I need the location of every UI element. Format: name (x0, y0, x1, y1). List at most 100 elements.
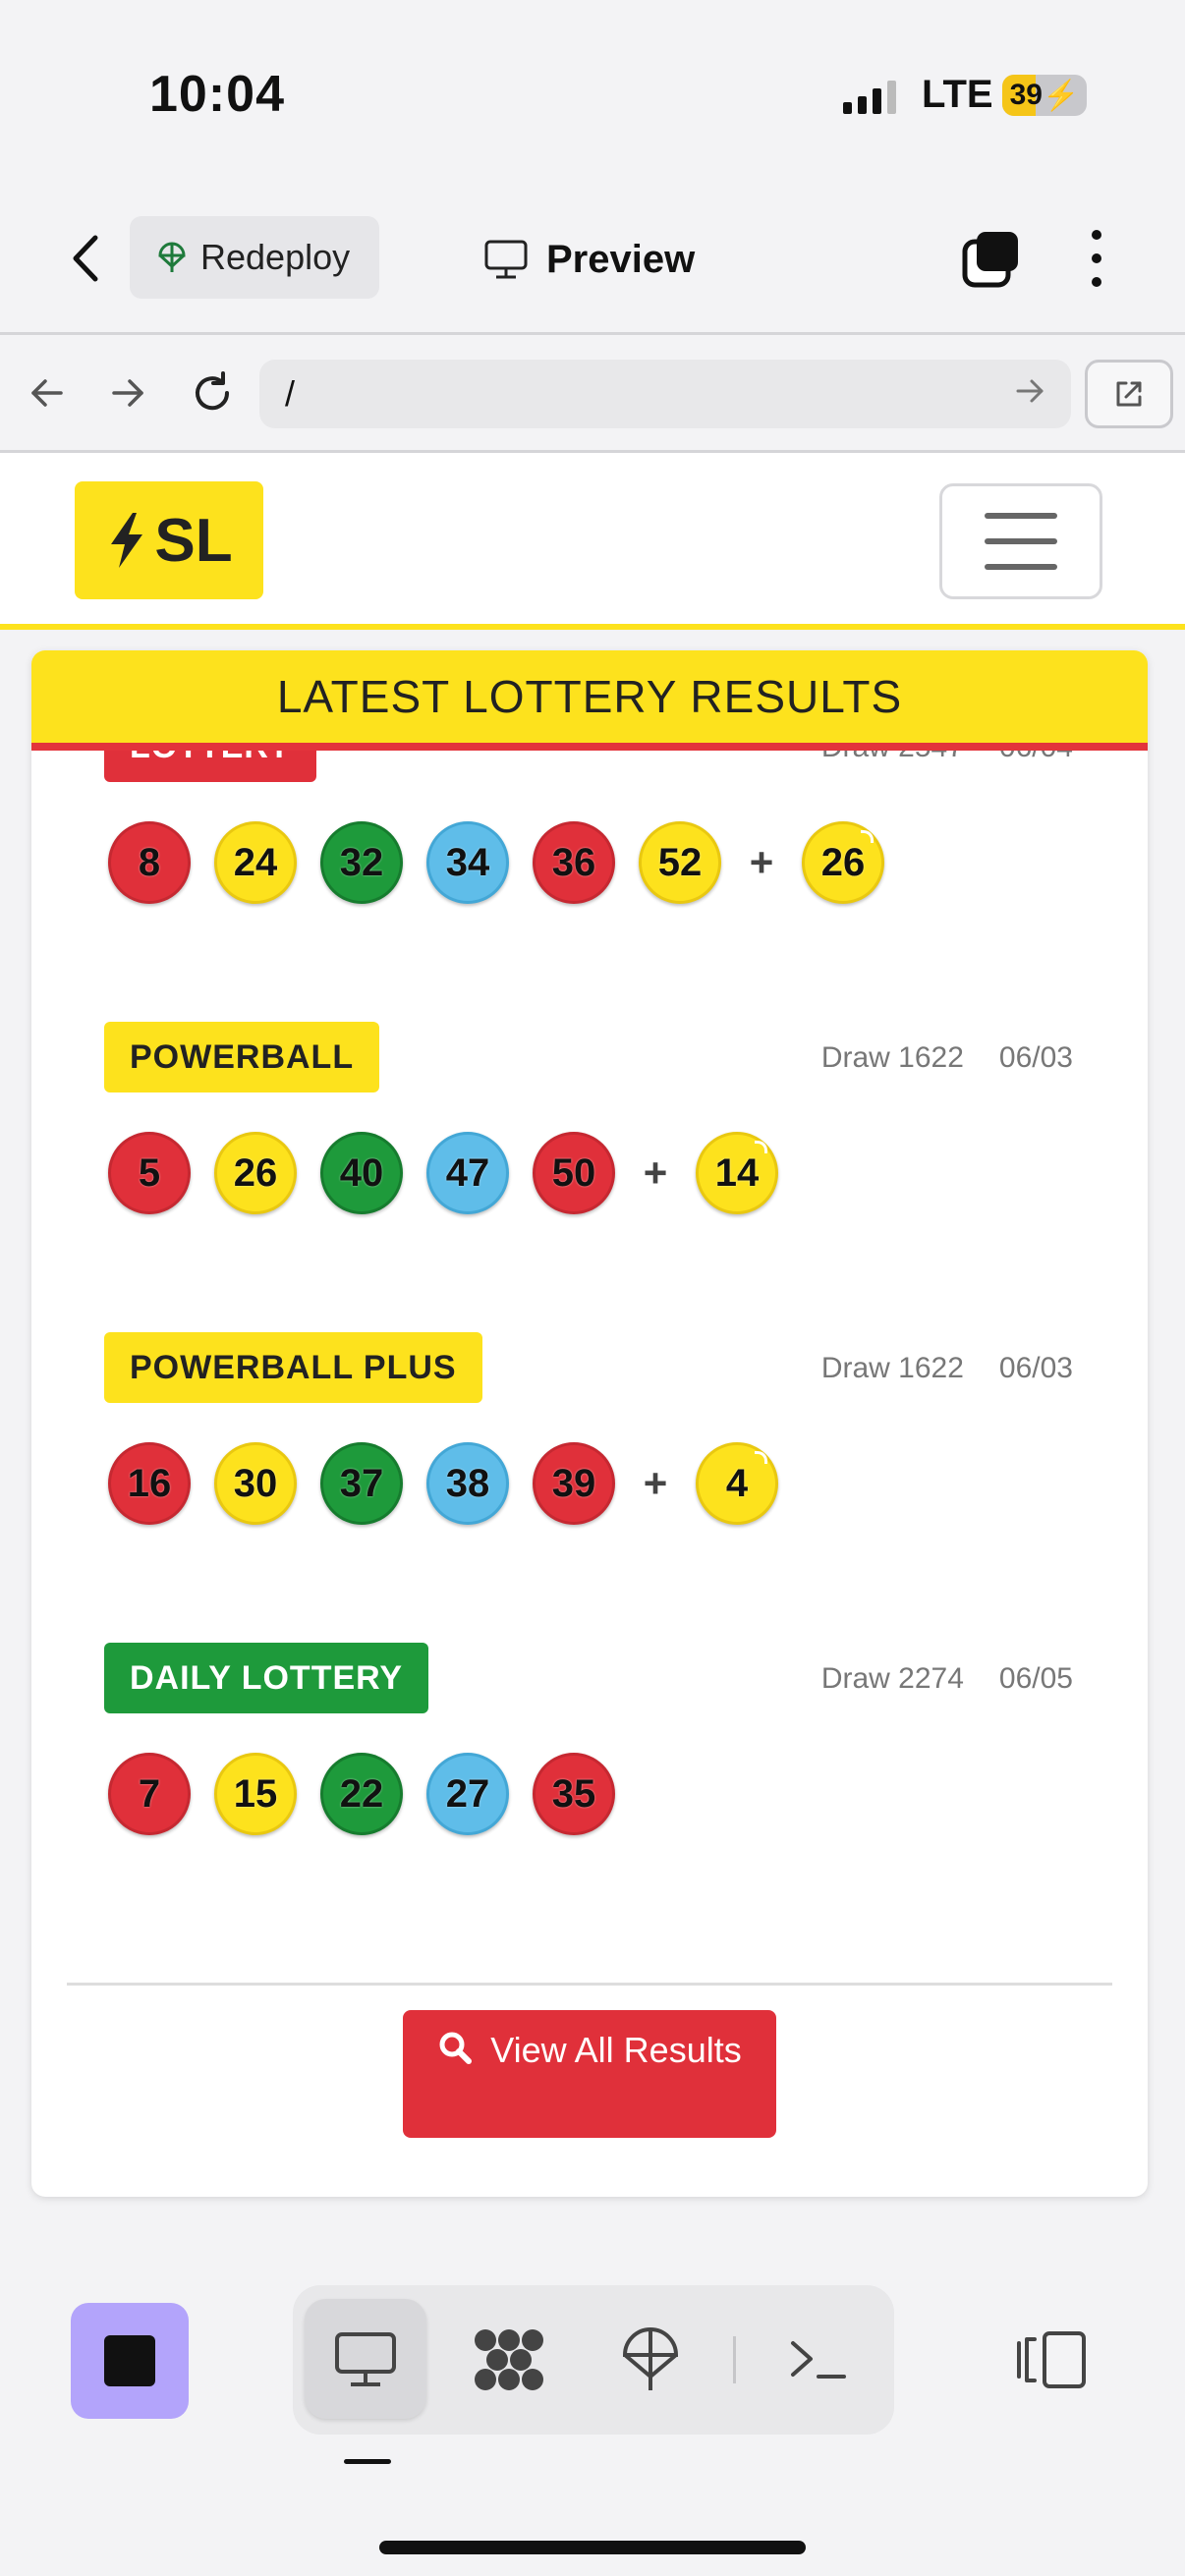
search-icon (439, 2032, 473, 2064)
reload-button[interactable] (183, 364, 242, 422)
url-go-button[interactable] (1012, 373, 1047, 414)
ball-number: 15 (233, 1771, 278, 1816)
draw-date: 06/05 (998, 1662, 1073, 1695)
browser-back-button[interactable] (18, 364, 77, 422)
external-link-icon (1116, 381, 1142, 407)
lottery-ball: 52 (639, 821, 721, 904)
lottery-ball: 36 (533, 821, 615, 904)
ball-number: 35 (551, 1771, 596, 1816)
deploy-icon (158, 242, 186, 272)
lottery-ball: 50 (533, 1132, 615, 1214)
status-time: 10:04 (149, 66, 285, 123)
home-indicator[interactable] (379, 2541, 806, 2554)
lightning-icon (111, 513, 143, 568)
menu-toggle-button[interactable] (939, 483, 1102, 599)
lottery-ball: 7 (108, 1753, 191, 1835)
results-card: LATEST LOTTERY RESULTS LOTTERY Draw 2547 0… (31, 650, 1148, 2197)
desktop-view-button[interactable] (326, 2328, 405, 2391)
browser-forward-button[interactable] (98, 364, 157, 422)
network-type: LTE (922, 73, 993, 116)
tabs-button[interactable] (959, 228, 1022, 291)
back-button[interactable] (57, 224, 112, 293)
game-badge: POWERBALL (104, 1022, 380, 1092)
lottery-ball: 32 (320, 821, 403, 904)
draw-number: Draw 1622 (820, 1041, 964, 1074)
header-accent-rule (0, 624, 1185, 630)
dot (1092, 230, 1101, 240)
arrow-right-icon (112, 379, 143, 407)
redeploy-button[interactable]: Redeploy (130, 216, 379, 299)
plus-sign: + (749, 839, 774, 885)
lottery-ball: 24 (214, 821, 297, 904)
apps-view-button[interactable] (470, 2328, 548, 2391)
dot (1092, 253, 1101, 263)
site-logo[interactable]: SL (75, 481, 263, 599)
deploy-view-button[interactable] (611, 2327, 690, 2391)
card-title: LATEST LOTTERY RESULTS (31, 650, 1148, 743)
preview-toggle[interactable]: Preview (483, 228, 695, 291)
ball-number: 50 (551, 1150, 596, 1195)
arrow-right-icon (1016, 379, 1044, 403)
url-input[interactable]: / (259, 360, 1071, 428)
ball-number: 47 (445, 1150, 490, 1195)
lottery-ball: 30 (214, 1442, 297, 1525)
result-row[interactable]: LOTTERY Draw 2547 06/04 8 24 32 34 36 52 +26 (31, 751, 1148, 957)
preview-label: Preview (546, 237, 696, 281)
result-row[interactable]: DAILY LOTTERY Draw 2274 06/05 7 15 22 27 35 (31, 1643, 1148, 1888)
lottery-ball: 38 (426, 1442, 509, 1525)
result-row[interactable]: POWERBALL Draw 1622 06/03 5 26 40 47 50 +14 (31, 1022, 1148, 1267)
ball-number: 37 (339, 1461, 384, 1505)
chevron-left-icon (73, 235, 98, 282)
lottery-ball: 47 (426, 1132, 509, 1214)
result-row[interactable]: POWERBALL PLUS Draw 1622 06/03 16 30 37 38 39 +4 (31, 1332, 1148, 1578)
draw-number: Draw 2274 (820, 1662, 964, 1695)
game-badge: DAILY LOTTERY (104, 1643, 429, 1713)
divider (67, 1983, 1112, 1986)
ball-set: 5 26 40 47 50 +14 (108, 1132, 778, 1214)
more-menu-button[interactable] (1079, 224, 1114, 293)
lottery-ball: 40 (320, 1132, 403, 1214)
view-all-results-button[interactable]: View All Results (403, 2010, 776, 2138)
draw-meta: Draw 1622 06/03 (821, 1041, 1073, 1075)
deploy-icon (622, 2327, 679, 2390)
bonus-ball: 26 (802, 821, 884, 904)
terminal-view-button[interactable] (778, 2328, 857, 2391)
game-badge: POWERBALL PLUS (104, 1332, 482, 1403)
ball-number: 26 (233, 1150, 278, 1195)
menu-line (985, 513, 1057, 519)
lottery-ball: 22 (320, 1753, 403, 1835)
ball-number: 38 (445, 1461, 490, 1505)
bonus-ball: 14 (696, 1132, 778, 1214)
draw-meta: Draw 2547 06/04 (821, 751, 1073, 764)
dot (1092, 277, 1101, 287)
menu-line (985, 538, 1057, 544)
view-all-label: View All Results (490, 2030, 742, 2070)
panel-icon (1017, 2331, 1086, 2388)
draw-meta: Draw 1622 06/03 (821, 1352, 1073, 1385)
ball-number: 22 (339, 1771, 384, 1816)
stop-button[interactable] (71, 2303, 189, 2419)
ball-number: 52 (657, 840, 703, 884)
draw-meta: Draw 2274 06/05 (821, 1662, 1073, 1696)
panel-toggle-button[interactable] (1012, 2328, 1091, 2391)
plus-sign: + (643, 1460, 668, 1506)
draw-date: 06/04 (999, 751, 1073, 764)
lottery-ball: 37 (320, 1442, 403, 1525)
draw-number: Draw 2547 (821, 751, 964, 764)
lottery-ball: 35 (533, 1753, 615, 1835)
ball-number: 4 (725, 1461, 749, 1505)
ball-number: 7 (138, 1771, 161, 1816)
apps-icon (475, 2329, 543, 2390)
ball-number: 24 (233, 840, 278, 884)
url-text: / (285, 373, 296, 414)
battery-icon: 39 ⚡ (1002, 75, 1087, 116)
ball-number: 34 (445, 840, 490, 884)
draw-date: 06/03 (998, 1041, 1073, 1074)
draw-date: 06/03 (998, 1352, 1073, 1384)
results-list[interactable]: LOTTERYDraw 254706/0482432343652+26POWER… (31, 751, 1148, 2028)
terminal-icon (791, 2341, 846, 2379)
open-external-button[interactable] (1085, 360, 1173, 428)
redeploy-label: Redeploy (200, 237, 351, 277)
stop-icon (104, 2335, 155, 2386)
ball-number: 27 (445, 1771, 490, 1816)
